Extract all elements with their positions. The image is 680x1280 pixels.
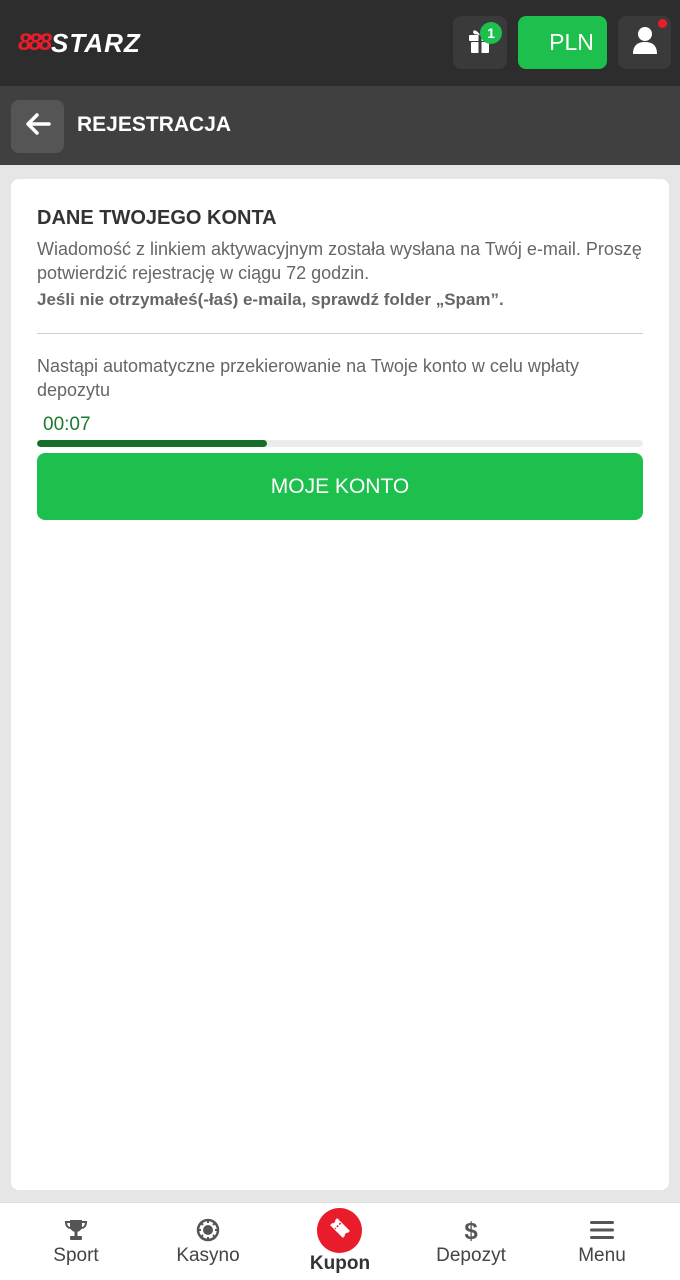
nav-menu[interactable]: Menu [537, 1203, 667, 1280]
currency-button[interactable]: PLN [518, 16, 607, 69]
card-heading: DANE TWOJEGO KONTA [37, 207, 277, 229]
dollar-icon: $ [406, 1217, 536, 1243]
nav-label-kasyno: Kasyno [176, 1245, 240, 1266]
user-button[interactable] [618, 16, 671, 69]
casino-chip-icon [143, 1217, 273, 1243]
nav-depozyt[interactable]: $ Depozyt [406, 1203, 536, 1280]
bottom-nav: Sport Kasyno Kupon $ Depozyt Menu [0, 1202, 680, 1280]
redirect-notice: Nastąpi automatyczne przekierowanie na T… [37, 356, 579, 400]
hamburger-icon [537, 1217, 667, 1243]
divider [37, 333, 643, 334]
ticket-icon [327, 1215, 353, 1246]
activation-info: Wiadomość z linkiem aktywacyjnym została… [37, 239, 642, 283]
account-card: DANE TWOJEGO KONTA Wiadomość z linkiem a… [11, 179, 669, 1190]
top-bar: 888 STARZ 1 PLN [0, 0, 680, 86]
nav-label-depozyt: Depozyt [436, 1245, 506, 1266]
countdown-timer: 00:07 [43, 414, 91, 435]
redirect-progress-bar [37, 440, 643, 447]
arrow-left-icon [25, 113, 51, 140]
notification-dot [658, 19, 667, 28]
user-icon [632, 26, 658, 59]
nav-kasyno[interactable]: Kasyno [143, 1203, 273, 1280]
logo-text: STARZ [51, 27, 141, 58]
gift-button[interactable]: 1 [453, 16, 507, 69]
trophy-icon [11, 1217, 141, 1243]
svg-text:$: $ [464, 1218, 478, 1243]
spam-notice: Jeśli nie otrzymałeś(-łaś) e-maila, spra… [37, 290, 504, 309]
gift-count-badge: 1 [480, 22, 502, 44]
nav-kupon[interactable] [317, 1208, 362, 1253]
logo[interactable]: 888 STARZ [18, 28, 141, 58]
back-button[interactable] [11, 100, 64, 153]
nav-label-sport: Sport [53, 1245, 99, 1266]
nav-sport[interactable]: Sport [11, 1203, 141, 1280]
my-account-button[interactable]: MOJE KONTO [37, 453, 643, 520]
page-title: REJESTRACJA [77, 113, 232, 136]
nav-label-kupon: Kupon [309, 1253, 371, 1274]
logo-mark: 888 [18, 29, 52, 56]
sub-header: REJESTRACJA [0, 86, 680, 165]
progress-fill [37, 440, 268, 447]
nav-label-menu: Menu [578, 1245, 626, 1266]
